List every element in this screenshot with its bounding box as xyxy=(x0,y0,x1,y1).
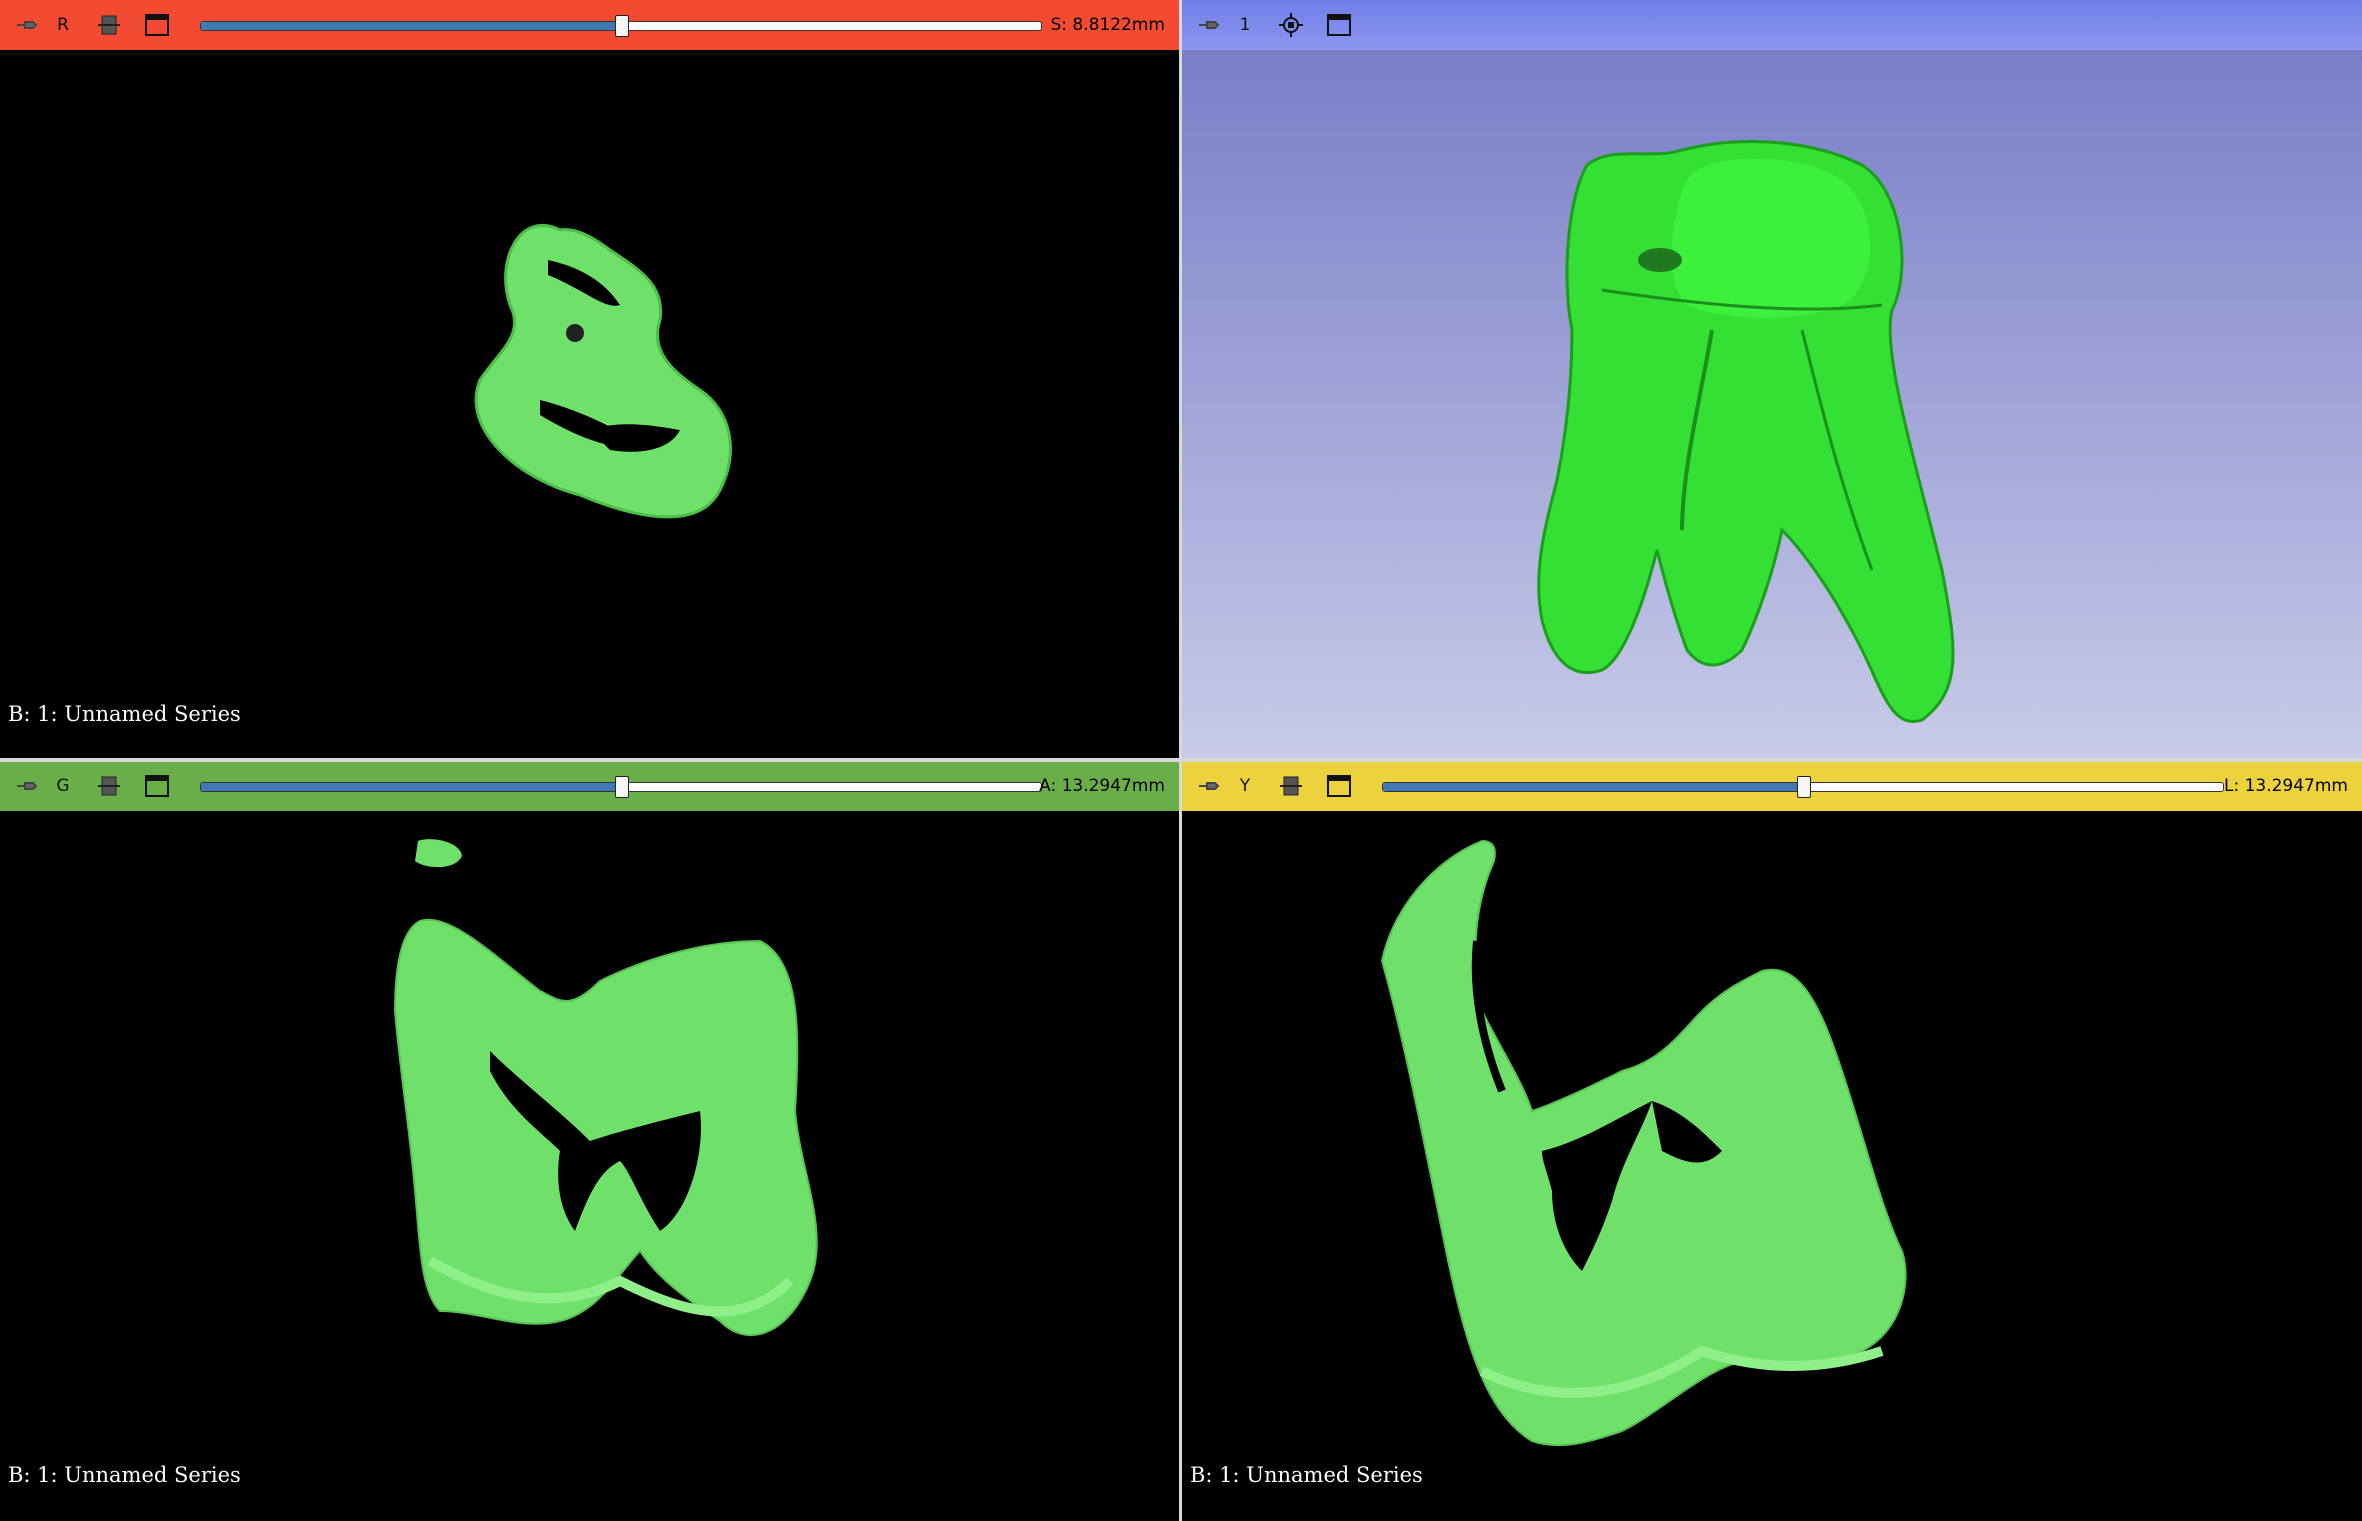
yellow-slice-view[interactable]: Y L: 13.2947mm B: 1: Unnamed Series xyxy=(1182,761,2362,1521)
slider-fill xyxy=(1383,783,1803,791)
yellow-view-toolbar: Y L: 13.2947mm xyxy=(1182,761,2362,811)
slider-thumb[interactable] xyxy=(1797,776,1811,798)
slice-offset-readout: S: 8.8122mm xyxy=(1050,15,1165,35)
3d-view[interactable]: 1 xyxy=(1182,0,2362,760)
link-icon[interactable] xyxy=(92,769,126,803)
pin-icon[interactable] xyxy=(14,12,40,38)
maximize-view-icon[interactable] xyxy=(1322,769,1356,803)
view-letter: R xyxy=(57,15,69,35)
3d-view-toolbar: 1 xyxy=(1182,0,2362,50)
slice-slider[interactable] xyxy=(200,15,1042,37)
green-view-toolbar: G A: 13.2947mm xyxy=(0,761,1179,811)
pin-icon[interactable] xyxy=(1196,12,1222,38)
green-slice-view[interactable]: G A: 13.2947mm B: 1: Unnamed Series xyxy=(0,761,1179,1521)
slice-slider[interactable] xyxy=(1382,776,2224,798)
series-label: B: 1: Unnamed Series xyxy=(1190,1463,1423,1487)
view-letter: Y xyxy=(1239,776,1251,796)
slider-thumb[interactable] xyxy=(615,776,629,798)
view-divider-horizontal[interactable] xyxy=(0,758,2362,762)
coronal-tooth-slice xyxy=(393,839,818,1337)
red-slice-view[interactable]: R S: 8.8122mm B: 1: Unnamed Series xyxy=(0,0,1179,760)
center-view-icon[interactable] xyxy=(1274,8,1308,42)
slice-offset-readout: A: 13.2947mm xyxy=(1039,776,1165,796)
view-letter: 1 xyxy=(1239,15,1251,35)
red-view-toolbar: R S: 8.8122mm xyxy=(0,0,1179,50)
sagittal-tooth-slice xyxy=(1380,839,1907,1447)
slider-fill xyxy=(201,783,621,791)
pin-icon[interactable] xyxy=(1196,773,1222,799)
axial-tooth-slice xyxy=(474,223,732,519)
link-icon[interactable] xyxy=(1274,769,1308,803)
series-label: B: 1: Unnamed Series xyxy=(8,1463,241,1487)
series-label: B: 1: Unnamed Series xyxy=(8,702,241,726)
slice-slider[interactable] xyxy=(200,776,1042,798)
tooth-3d-model xyxy=(1537,140,1955,724)
maximize-view-icon[interactable] xyxy=(140,769,174,803)
slider-thumb[interactable] xyxy=(615,15,629,37)
slice-offset-readout: L: 13.2947mm xyxy=(2223,776,2348,796)
pin-icon[interactable] xyxy=(14,773,40,799)
maximize-view-icon[interactable] xyxy=(140,8,174,42)
link-icon[interactable] xyxy=(92,8,126,42)
slider-fill xyxy=(201,22,621,30)
view-letter: G xyxy=(56,776,70,796)
maximize-view-icon[interactable] xyxy=(1322,8,1356,42)
